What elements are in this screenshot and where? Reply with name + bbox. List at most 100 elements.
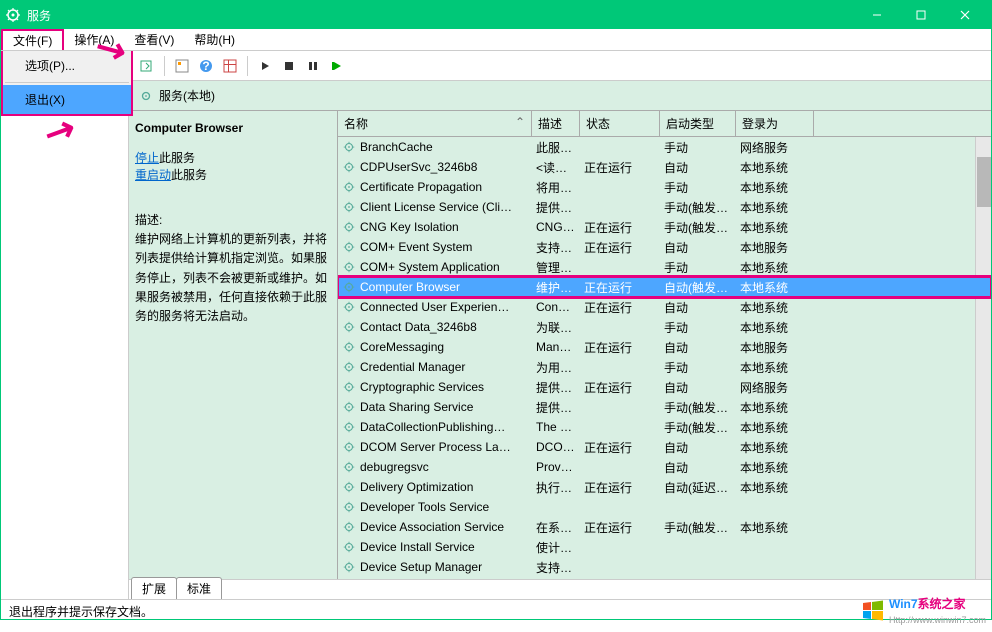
close-button[interactable]: [943, 1, 987, 29]
service-row[interactable]: COM+ System Application管理…手动本地系统: [338, 257, 991, 277]
restart-link[interactable]: 重启动: [135, 168, 171, 182]
service-row[interactable]: debugregsvcProv…自动本地系统: [338, 457, 991, 477]
main-body: 服务(本地) 服务(本地) Computer Browser 停止此服务 重启动…: [1, 81, 991, 599]
cell-logon: 本地系统: [740, 279, 810, 296]
cell-status: 正在运行: [584, 279, 664, 296]
service-row[interactable]: Certificate Propagation将用…手动本地系统: [338, 177, 991, 197]
list-body[interactable]: BranchCache此服…手动网络服务CDPUserSvc_3246b8<读……: [338, 137, 991, 579]
tab-extended[interactable]: 扩展: [131, 577, 177, 599]
cell-startup: 自动: [664, 299, 740, 316]
window-title: 服务: [27, 7, 855, 24]
service-row[interactable]: DCOM Server Process La…DCO…正在运行自动本地系统: [338, 437, 991, 457]
scroll-thumb[interactable]: [977, 157, 991, 207]
cell-name: Certificate Propagation: [360, 180, 536, 194]
cell-logon: 本地系统: [740, 419, 810, 436]
service-row[interactable]: Connected User Experien…Con…正在运行自动本地系统: [338, 297, 991, 317]
play-icon[interactable]: [254, 55, 276, 77]
export-icon[interactable]: [136, 55, 158, 77]
help-icon[interactable]: ?: [195, 55, 217, 77]
service-row[interactable]: BranchCache此服…手动网络服务: [338, 137, 991, 157]
stop-link[interactable]: 停止: [135, 151, 159, 165]
cell-name: CNG Key Isolation: [360, 220, 536, 234]
cell-startup: 自动: [664, 459, 740, 476]
cell-desc: Man…: [536, 340, 584, 354]
titlebar[interactable]: 服务: [1, 1, 991, 29]
service-row[interactable]: CNG Key IsolationCNG…正在运行手动(触发…本地系统: [338, 217, 991, 237]
gear-icon: [139, 89, 153, 103]
restart-icon[interactable]: [326, 55, 348, 77]
col-status[interactable]: 状态: [580, 111, 660, 136]
cell-startup: 手动: [664, 179, 740, 196]
tree-pane: 服务(本地): [1, 81, 129, 599]
service-row[interactable]: CoreMessagingMan…正在运行自动本地服务: [338, 337, 991, 357]
service-row[interactable]: Client License Service (Cli…提供…手动(触发…本地系…: [338, 197, 991, 217]
service-row[interactable]: Delivery Optimization执行…正在运行自动(延迟…本地系统: [338, 477, 991, 497]
properties-icon[interactable]: [171, 55, 193, 77]
service-row[interactable]: Cryptographic Services提供…正在运行自动网络服务: [338, 377, 991, 397]
gear-icon: [342, 340, 356, 354]
watermark: Win7系统之家 Http://www.winwin7.com: [861, 595, 986, 626]
tab-standard[interactable]: 标准: [176, 577, 222, 599]
cell-startup: 手动: [664, 259, 740, 276]
service-row[interactable]: Device Association Service在系…正在运行手动(触发…本…: [338, 517, 991, 537]
gear-icon: [342, 400, 356, 414]
gear-icon: [342, 140, 356, 154]
pause-icon[interactable]: [302, 55, 324, 77]
service-row[interactable]: Device Setup Manager支持…: [338, 557, 991, 577]
menu-view[interactable]: 查看(V): [124, 29, 184, 50]
menu-help[interactable]: 帮助(H): [184, 29, 245, 50]
stop-icon[interactable]: [278, 55, 300, 77]
cell-status: 正在运行: [584, 159, 664, 176]
gear-icon: [342, 240, 356, 254]
cell-desc: 执行…: [536, 479, 584, 496]
service-row[interactable]: Data Sharing Service提供…手动(触发…本地系统: [338, 397, 991, 417]
cell-logon: 本地系统: [740, 159, 810, 176]
col-startup[interactable]: 启动类型: [660, 111, 736, 136]
gear-icon: [342, 160, 356, 174]
cell-name: DataCollectionPublishing…: [360, 420, 536, 434]
service-row[interactable]: Developer Tools Service: [338, 497, 991, 517]
service-row[interactable]: DataCollectionPublishing…The …手动(触发…本地系统: [338, 417, 991, 437]
service-row[interactable]: COM+ Event System支持…正在运行自动本地服务: [338, 237, 991, 257]
minimize-button[interactable]: [855, 1, 899, 29]
cell-logon: 本地系统: [740, 479, 810, 496]
cell-name: Delivery Optimization: [360, 480, 536, 494]
cell-name: Developer Tools Service: [360, 500, 536, 514]
maximize-button[interactable]: [899, 1, 943, 29]
refresh-icon[interactable]: [219, 55, 241, 77]
cell-startup: 自动: [664, 439, 740, 456]
cell-startup: 自动: [664, 239, 740, 256]
col-name[interactable]: 名称 ⌃: [338, 111, 532, 136]
menu-action[interactable]: 操作(A): [64, 29, 124, 50]
service-row[interactable]: Device Install Service使计…: [338, 537, 991, 557]
menu-exit[interactable]: 退出(X): [3, 85, 131, 114]
service-name: Computer Browser: [135, 121, 331, 135]
col-logon[interactable]: 登录为: [736, 111, 814, 136]
service-description: 描述: 维护网络上计算机的更新列表，并将列表提供给计算机指定浏览。如果服务停止，…: [135, 211, 331, 326]
cell-name: COM+ System Application: [360, 260, 536, 274]
col-desc[interactable]: 描述: [532, 111, 580, 136]
menu-file[interactable]: 文件(F): [1, 29, 64, 50]
service-row[interactable]: Contact Data_3246b8为联…手动本地系统: [338, 317, 991, 337]
cell-logon: 本地服务: [740, 239, 810, 256]
cell-logon: 本地系统: [740, 199, 810, 216]
cell-status: 正在运行: [584, 379, 664, 396]
main-header-label: 服务(本地): [159, 87, 215, 104]
services-icon: [5, 7, 21, 23]
cell-name: Device Install Service: [360, 540, 536, 554]
service-row[interactable]: CDPUserSvc_3246b8<读…正在运行自动本地系统: [338, 157, 991, 177]
cell-name: Contact Data_3246b8: [360, 320, 536, 334]
svg-text:?: ?: [202, 59, 209, 73]
scrollbar[interactable]: [975, 137, 991, 579]
list-header: 名称 ⌃ 描述 状态 启动类型 登录为: [338, 111, 991, 137]
service-row[interactable]: Computer Browser维护…正在运行自动(触发…本地系统: [338, 277, 991, 297]
service-row[interactable]: Credential Manager为用…手动本地系统: [338, 357, 991, 377]
cell-desc: 提供…: [536, 399, 584, 416]
cell-startup: 自动: [664, 379, 740, 396]
cell-status: 正在运行: [584, 339, 664, 356]
gear-icon: [342, 440, 356, 454]
main-pane: 服务(本地) Computer Browser 停止此服务 重启动此服务 描述:…: [129, 81, 991, 599]
menu-options[interactable]: 选项(P)...: [3, 51, 131, 80]
cell-desc: 在系…: [536, 519, 584, 536]
cell-name: Computer Browser: [360, 280, 536, 294]
